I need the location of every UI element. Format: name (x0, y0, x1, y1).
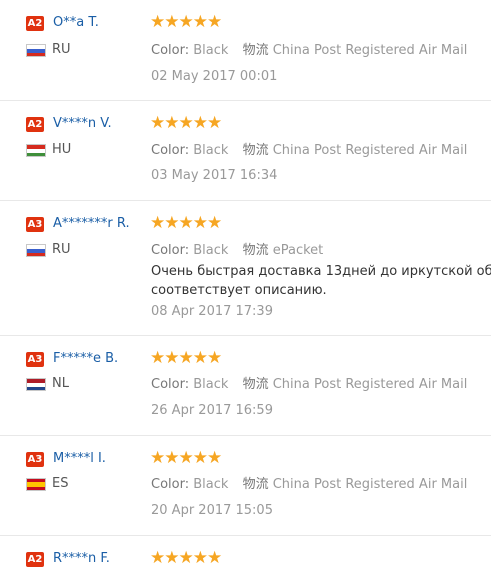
rating-stars: ★★★★★ (150, 213, 222, 233)
buyer-name[interactable]: R****n F. (53, 551, 110, 566)
color-label: Color: (151, 43, 190, 58)
shipping-value: China Post Registered Air Mail (272, 43, 468, 58)
netherlands-flag-icon (26, 378, 46, 391)
shipping-label: 物流 (242, 377, 269, 392)
color-value: Black (193, 243, 229, 258)
buyer-country: RU (52, 242, 71, 257)
review-comment-line: соответствует описанию. (151, 283, 327, 298)
buyer-name[interactable]: A*******r R. (53, 216, 130, 231)
review-item: A2 V****n V. HU ★★★★★ Color: Black 物流 Ch… (0, 101, 491, 201)
order-info: Color: Black 物流 China Post Registered Ai… (151, 139, 467, 158)
rating-stars: ★★★★★ (150, 12, 222, 32)
buyer-name[interactable]: O**a T. (53, 15, 99, 30)
shipping-value: China Post Registered Air Mail (272, 477, 468, 492)
rating-stars: ★★★★★ (150, 448, 222, 468)
buyer-level-badge: A3 (26, 217, 44, 232)
buyer-country: NL (52, 376, 69, 391)
review-item: A3 A*******r R. RU ★★★★★ Color: Black 物流… (0, 201, 491, 336)
shipping-label: 物流 (242, 243, 269, 258)
buyer-country: ES (52, 476, 69, 491)
color-value: Black (193, 143, 229, 158)
russia-flag-icon (26, 244, 46, 257)
shipping-label: 物流 (242, 143, 269, 158)
russia-flag-icon (26, 44, 46, 57)
buyer-country: RU (52, 42, 71, 57)
color-value: Black (193, 477, 229, 492)
shipping-label: 物流 (242, 477, 269, 492)
order-info: Color: Black 物流 ePacket (151, 239, 323, 258)
shipping-label: 物流 (242, 43, 269, 58)
color-value: Black (193, 43, 229, 58)
rating-stars: ★★★★★ (150, 113, 222, 133)
shipping-value: China Post Registered Air Mail (272, 377, 468, 392)
buyer-name[interactable]: F*****e B. (53, 351, 118, 366)
order-info: Color: Black 物流 China Post Registered Ai… (151, 39, 467, 58)
rating-stars: ★★★★★ (150, 548, 222, 568)
review-date: 20 Apr 2017 15:05 (151, 503, 273, 518)
buyer-name[interactable]: V****n V. (53, 116, 112, 131)
color-value: Black (193, 377, 229, 392)
hungary-flag-icon (26, 144, 46, 157)
color-label: Color: (151, 243, 190, 258)
shipping-value: ePacket (272, 243, 324, 258)
review-date: 08 Apr 2017 17:39 (151, 304, 273, 319)
buyer-level-badge: A2 (26, 117, 44, 132)
shipping-value: China Post Registered Air Mail (272, 143, 468, 158)
color-label: Color: (151, 143, 190, 158)
buyer-level-badge: A2 (26, 16, 44, 31)
review-date: 03 May 2017 16:34 (151, 168, 278, 183)
buyer-level-badge: A3 (26, 352, 44, 367)
buyer-level-badge: A3 (26, 452, 44, 467)
buyer-level-badge: A2 (26, 552, 44, 567)
review-date: 02 May 2017 00:01 (151, 69, 278, 84)
review-comment: Очень быстрая доставка 13дней до иркутск… (151, 262, 491, 300)
color-label: Color: (151, 477, 190, 492)
review-item: A2 R****n F. ★★★★★ (0, 536, 491, 574)
spain-flag-icon (26, 478, 46, 491)
review-comment-line: Очень быстрая доставка 13дней до иркутск… (151, 264, 491, 279)
review-item: A3 F*****e B. NL ★★★★★ Color: Black 物流 C… (0, 336, 491, 436)
order-info: Color: Black 物流 China Post Registered Ai… (151, 473, 467, 492)
buyer-country: HU (52, 142, 72, 157)
color-label: Color: (151, 377, 190, 392)
review-item: A2 O**a T. RU ★★★★★ Color: Black 物流 Chin… (0, 0, 491, 101)
review-item: A3 M****l I. ES ★★★★★ Color: Black 物流 Ch… (0, 436, 491, 536)
buyer-name[interactable]: M****l I. (53, 451, 106, 466)
review-date: 26 Apr 2017 16:59 (151, 403, 273, 418)
order-info: Color: Black 物流 China Post Registered Ai… (151, 373, 467, 392)
rating-stars: ★★★★★ (150, 348, 222, 368)
